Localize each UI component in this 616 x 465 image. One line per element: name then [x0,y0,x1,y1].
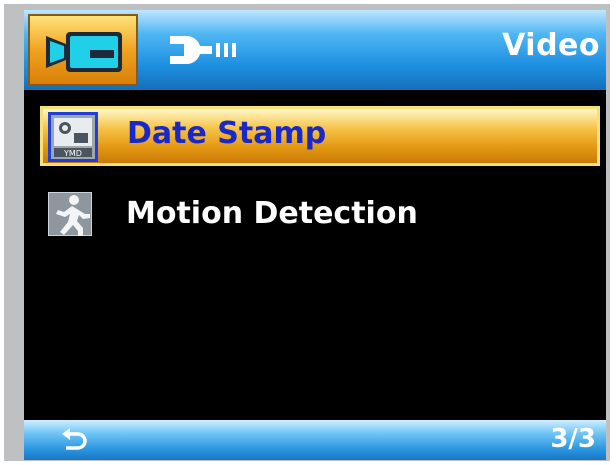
date-stamp-icon: YMD [48,112,98,162]
camera-screen: Video YMD Date Stamp Motion Detection 3/… [24,10,606,460]
mode-tab-bar: Video [24,10,606,90]
page-indicator: 3/3 [550,424,596,454]
svg-text:YMD: YMD [63,149,82,158]
menu-item-label: Motion Detection [126,196,418,231]
tab-setup[interactable] [166,30,242,70]
motion-detection-icon [47,191,93,239]
menu-item-date-stamp[interactable]: YMD Date Stamp [40,106,600,166]
menu-item-label: Date Stamp [127,116,327,151]
menu-item-motion-detection[interactable]: Motion Detection [40,186,600,246]
tab-video[interactable] [28,14,138,86]
wrench-icon [166,30,242,70]
back-arrow-icon[interactable] [60,426,88,454]
status-bar: 3/3 [24,420,606,460]
mode-title: Video [502,28,600,63]
